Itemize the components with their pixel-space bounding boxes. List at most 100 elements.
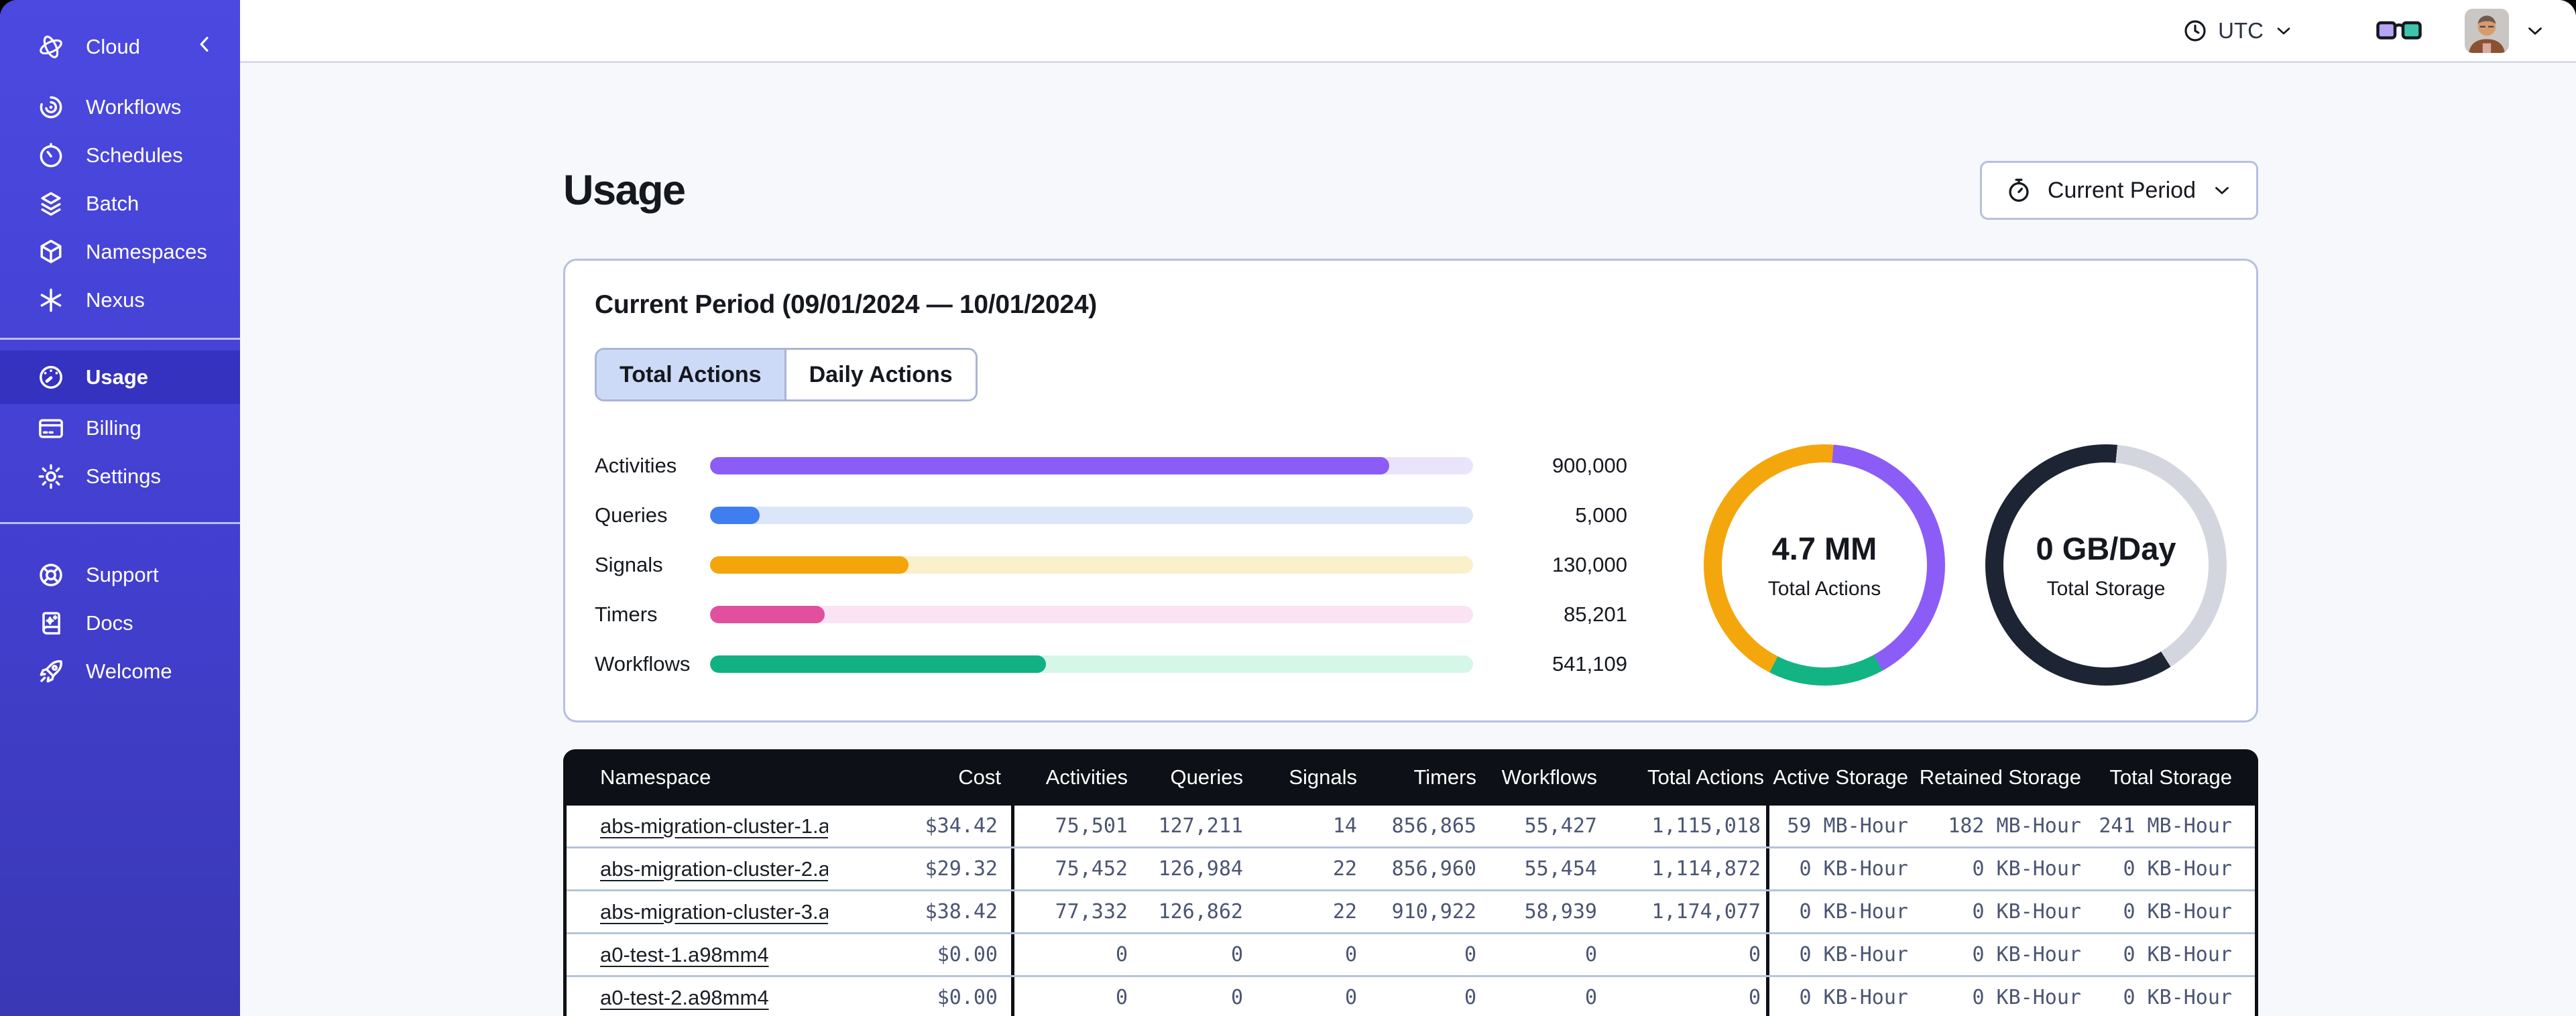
sidebar-primary-nav: Workflows Schedules Batch Namespaces Nex… [0,83,240,324]
page-title: Usage [563,167,686,214]
chevron-down-icon [2528,27,2542,35]
bar-row-activities: Activities 900,000 [595,454,1627,478]
user-menu-button[interactable] [2524,19,2546,42]
bar-row-queries: Queries 5,000 [595,503,1627,527]
schedules-icon [40,143,62,168]
sidebar-account-nav: Usage Billing Settings [0,351,240,501]
total-storage-value: 0 GB/Day [2036,530,2176,566]
donut-center: 4.7 MM Total Actions [1704,444,1945,686]
sidebar-item-support[interactable]: Support [0,551,240,599]
col-header-workflows: Workflows [1501,765,1597,789]
cell-queries: 0 [1230,986,1243,1009]
tab-daily-actions[interactable]: Daily Actions [784,350,976,399]
namespace-usage-table: Namespace Cost Activities Queries Signal… [563,749,2258,1016]
total-storage-label: Total Storage [2046,577,2166,600]
cell-retained-storage: 0 KB-Hour [1972,857,2081,881]
cell-active-storage: 0 KB-Hour [1799,943,1908,966]
cell-queries: 127,211 [1158,814,1243,838]
cell-active-storage: 0 KB-Hour [1799,900,1908,924]
topbar: UTC [240,0,2576,63]
card-title: Current Period (09/01/2024 — 10/01/2024) [595,290,1097,319]
cell-workflows: 55,427 [1524,814,1597,838]
sidebar-footer-nav: Support Docs Welcome [0,551,240,696]
sidebar-item-label: Workflows [86,95,182,119]
workflows-bar [710,655,1473,673]
total-actions-value: 4.7 MM [1771,530,1877,566]
bar-row-signals: Signals 130,000 [595,553,1627,577]
sidebar-item-nexus[interactable]: Nexus [0,276,240,324]
donut-center: 0 GB/Day Total Storage [1985,444,2227,686]
namespace-link[interactable]: a0-test-1.a98mm4 [600,943,769,966]
sidebar-item-schedules[interactable]: Schedules [0,131,240,180]
sidebar-item-batch[interactable]: Batch [0,180,240,228]
namespace-link[interactable]: a0-test-2.a98mm4 [600,986,769,1009]
col-header-timers: Timers [1413,765,1476,789]
cell-active-storage: 0 KB-Hour [1799,857,1908,881]
sidebar-item-docs[interactable]: Docs [0,599,240,647]
col-header-active-storage: Active Storage [1773,765,1908,789]
cell-activities: 0 [1115,943,1128,966]
cell-timers: 0 [1464,986,1476,1009]
workflows-icon [40,96,62,119]
namespace-link[interactable]: abs-migration-cluster-1.a98mm4 [600,814,828,838]
sidebar-item-label: Nexus [86,288,145,312]
cell-workflows: 58,939 [1524,900,1597,924]
sidebar-item-welcome[interactable]: Welcome [0,647,240,696]
col-header-queries: Queries [1170,765,1243,789]
brand-cloud[interactable]: Cloud [0,20,240,74]
cell-timers: 856,960 [1391,857,1476,881]
cell-activities: 0 [1115,986,1128,1009]
cell-queries: 0 [1230,943,1243,966]
table-header-row: Namespace Cost Activities Queries Signal… [563,749,2258,806]
cell-retained-storage: 0 KB-Hour [1972,943,2081,966]
namespace-link[interactable]: abs-migration-cluster-2.a98mm4 [600,857,828,881]
sidebar-collapse-button[interactable] [192,31,217,62]
bar-label: Signals [595,553,663,576]
col-header-activities: Activities [1045,765,1128,789]
cell-signals: 22 [1332,857,1357,881]
sidebar-item-billing[interactable]: Billing [0,404,240,452]
sidebar-item-usage[interactable]: Usage [0,351,240,404]
nexus-asterisk-icon [40,288,62,312]
cell-total-actions: 0 [1602,977,1769,1016]
cell-cost: $38.42 [828,891,1014,932]
sidebar-item-label: Namespaces [86,240,207,263]
bar-label: Workflows [595,652,691,676]
cell-total-actions: 1,114,872 [1602,848,1769,889]
chevron-left-icon [200,36,209,52]
col-header-namespace: Namespace [600,765,711,789]
col-header-retained-storage: Retained Storage [1919,765,2081,789]
table-row: abs-migration-cluster-3.a98mm4 $38.42 77… [567,891,2255,934]
bar-label: Timers [595,602,658,626]
cell-total-actions: 1,115,018 [1602,806,1769,846]
total-storage-donut: 0 GB/Day Total Storage [1985,444,2227,686]
bar-value: 130,000 [1552,553,1627,576]
timers-bar [710,606,1473,623]
cell-cost: $34.42 [828,806,1014,846]
period-selector-button[interactable]: Current Period [1979,161,2258,220]
stopwatch-icon [2009,178,2029,202]
credit-card-icon [39,419,63,438]
sidebar-item-label: Welcome [86,659,172,683]
cell-workflows: 0 [1584,986,1597,1009]
timezone-selector[interactable]: UTC [2182,17,2294,44]
signals-bar [710,556,1473,574]
rocket-icon [40,660,62,683]
bar-row-timers: Timers 85,201 [595,602,1627,627]
cell-signals: 0 [1344,986,1357,1009]
usage-charts: Activities 900,000 Queries 5,000 Signals [595,444,2227,686]
tab-total-actions[interactable]: Total Actions [597,350,784,399]
sidebar-item-workflows[interactable]: Workflows [0,83,240,131]
cell-signals: 14 [1332,814,1357,838]
timezone-label: UTC [2218,17,2264,43]
sidebar-item-label: Usage [86,365,149,389]
cell-retained-storage: 182 MB-Hour [1948,814,2081,838]
cell-activities: 75,452 [1055,857,1128,881]
feedback-glasses-button[interactable] [2375,15,2423,46]
user-avatar[interactable] [2465,8,2509,53]
cell-total-actions: 1,174,077 [1602,891,1769,932]
sidebar-item-namespaces[interactable]: Namespaces [0,228,240,276]
namespace-link[interactable]: abs-migration-cluster-3.a98mm4 [600,900,828,924]
cell-total-storage: 241 MB-Hour [2099,814,2232,838]
sidebar-item-settings[interactable]: Settings [0,452,240,501]
